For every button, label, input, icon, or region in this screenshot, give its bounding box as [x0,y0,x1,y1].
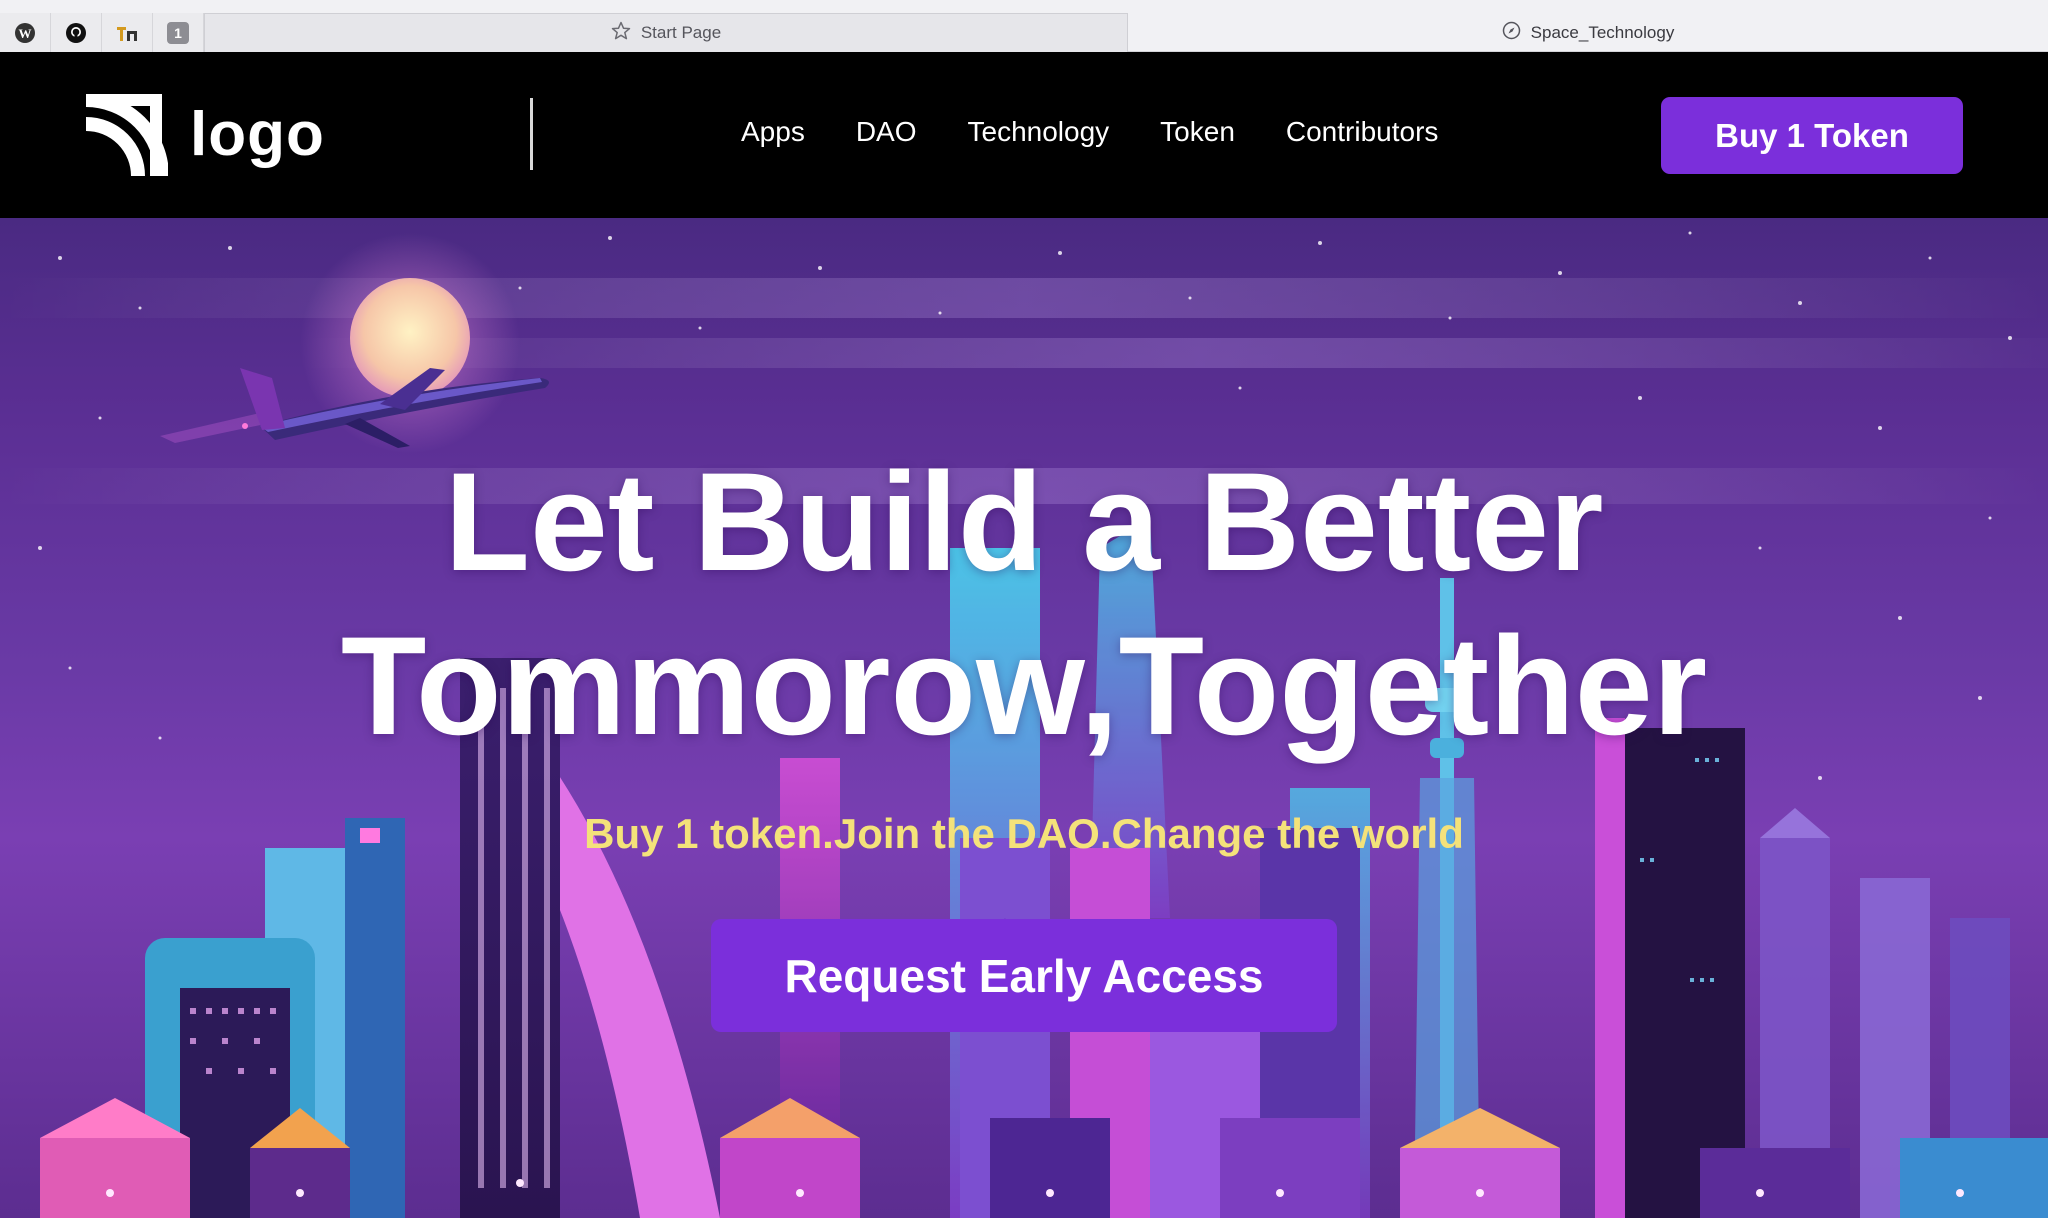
pinned-tab-badge[interactable]: 1 [153,13,204,52]
nav-link-contributors[interactable]: Contributors [1286,116,1439,148]
hero-tagline: Buy 1 token.Join the DAO.Change the worl… [584,810,1464,857]
nav-link-dao[interactable]: DAO [856,116,917,148]
nav-divider [530,98,533,170]
hero-headline: Let Build a Better Tommorow,Together [0,440,2048,768]
site-logo[interactable]: logo [84,93,325,183]
pinned-tab-tm[interactable] [102,13,153,52]
star-icon [611,21,631,46]
nav-link-apps[interactable]: Apps [741,116,805,148]
tm-icon [115,22,139,44]
tab-space-technology[interactable]: Space_Technology [1128,13,2048,52]
tab-title: Space_Technology [1530,22,1675,42]
nav-link-technology[interactable]: Technology [968,116,1110,148]
site-navbar: logo Apps DAO Technology Token Contribut… [0,52,2048,218]
main-nav: Apps DAO Technology Token Contributors [741,116,1438,148]
logo-text: logo [190,99,325,169]
pinned-tabs: W 1 [0,13,204,52]
rss-arcs-icon [84,93,169,183]
buy-token-button[interactable]: Buy 1 Token [1661,97,1963,174]
nav-link-token[interactable]: Token [1160,116,1235,148]
headline-line-2: Tommorow,Together [340,607,1708,764]
tab-title: Start Page [640,23,722,42]
request-early-access-button[interactable]: Request Early Access [711,919,1337,1032]
pinned-tab-wordpress[interactable]: W [0,13,51,52]
compass-icon [1502,21,1521,45]
pinned-tab-github[interactable] [51,13,102,52]
tab-start-page[interactable]: Start Page [204,13,1128,52]
number-badge-icon: 1 [167,21,189,44]
hero-section: Let Build a Better Tommorow,Together Buy… [0,218,2048,1218]
browser-tab-strip: W 1 Start Page Space_Technology [0,0,2048,52]
svg-text:W: W [19,26,32,41]
wordpress-icon: W [14,22,36,44]
headline-line-1: Let Build a Better [444,443,1604,600]
github-icon [65,22,87,44]
